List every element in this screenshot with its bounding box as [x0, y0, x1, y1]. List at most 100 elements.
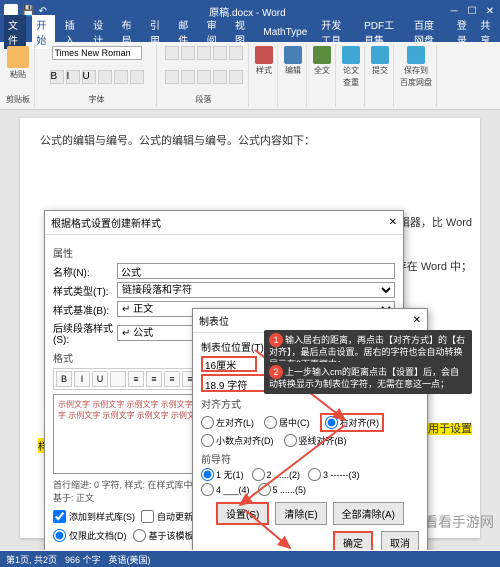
clipboard-group: 粘贴 剪贴板: [2, 44, 35, 107]
styles-label: 样式: [256, 65, 272, 76]
highlight-button[interactable]: [114, 70, 128, 84]
tabs-cancel-button[interactable]: 取消: [381, 531, 419, 550]
side-text-2: 存在 Word 中；: [396, 258, 472, 274]
fmt-align3[interactable]: ≡: [164, 371, 180, 387]
strike-button[interactable]: [98, 70, 112, 84]
add-to-gallery-label: 添加到样式库(S): [69, 510, 135, 523]
align-bar-label: 竖线对齐(B): [299, 434, 347, 447]
ribbon: 粘贴 剪贴板 B I U 字体 段落: [0, 42, 500, 110]
fmt-color[interactable]: [110, 371, 126, 387]
doc-only-radio[interactable]: [53, 529, 66, 542]
leader-4-radio[interactable]: [201, 483, 214, 496]
template-radio[interactable]: [133, 529, 146, 542]
lunwen-group: 论文 查重: [338, 44, 365, 107]
signin-button[interactable]: 登录: [453, 15, 473, 49]
styles-icon[interactable]: [255, 46, 273, 64]
lunwen-icon[interactable]: [342, 46, 360, 64]
leader-4-label: 4 ___(4): [216, 485, 250, 495]
font-family-select[interactable]: [52, 46, 142, 60]
align-right-button[interactable]: [197, 70, 211, 84]
indent-dec-button[interactable]: [213, 46, 227, 60]
fmt-align1[interactable]: ≡: [128, 371, 144, 387]
page-indicator[interactable]: 第1页, 共2页: [6, 553, 57, 566]
menubar: 文件 开始 插入 设计 布局 引用 邮件 审阅 视图 MathType 开发工具…: [0, 22, 500, 42]
menu-mathtype[interactable]: MathType: [259, 25, 311, 40]
leader-5-radio[interactable]: [258, 483, 271, 496]
tabs-dialog-close-icon[interactable]: ✕: [413, 315, 421, 326]
lunwen-label: 论文: [343, 65, 359, 76]
leader-1-radio[interactable]: [201, 468, 214, 481]
paragraph-group: 段落: [159, 44, 249, 107]
paragraph-group-label: 段落: [196, 94, 212, 105]
style-dialog-close-icon[interactable]: ✕: [389, 217, 397, 228]
quanwen-group: 全文: [309, 44, 336, 107]
align-decimal-radio[interactable]: [201, 434, 214, 447]
fmt-align2[interactable]: ≡: [146, 371, 162, 387]
indent-inc-button[interactable]: [229, 46, 243, 60]
clipboard-group-label: 剪贴板: [6, 94, 30, 105]
word-count[interactable]: 966 个字: [65, 553, 101, 566]
tabs-dialog-title: 制表位: [199, 313, 229, 328]
numbering-button[interactable]: [181, 46, 195, 60]
tijiao-group: 提交: [367, 44, 394, 107]
align-left-radio[interactable]: [201, 416, 214, 429]
leader-2-radio[interactable]: [252, 468, 265, 481]
bullets-button[interactable]: [165, 46, 179, 60]
fmt-bold[interactable]: B: [56, 371, 72, 387]
edit-label: 编辑: [285, 65, 301, 76]
language-indicator[interactable]: 英语(美国): [109, 553, 151, 566]
name-label: 名称(N):: [53, 264, 113, 279]
annotation-2: 2上一步输入cm的距离点击【设置】后，会自动转换显示为制表位字符，无需在意这一点…: [264, 362, 472, 394]
paste-label: 粘贴: [10, 69, 26, 80]
multilevel-button[interactable]: [197, 46, 211, 60]
type-select[interactable]: 链接段落和字符: [117, 282, 395, 298]
leader-3-radio[interactable]: [308, 468, 321, 481]
find-icon[interactable]: [284, 46, 302, 64]
statusbar: 第1页, 共2页 966 个字 英语(美国): [0, 551, 500, 567]
tijiao-label: 提交: [372, 65, 388, 76]
align-center-radio[interactable]: [264, 416, 277, 429]
align-left-label: 左对齐(L): [216, 416, 254, 429]
document-area: 公式的编辑与编号。公式的编辑与编号。公式内容如下： 式编辑器，比 Word 存在…: [0, 110, 500, 550]
name-input[interactable]: [117, 263, 395, 279]
tab-pos-input[interactable]: [201, 356, 257, 372]
fmt-italic[interactable]: I: [74, 371, 90, 387]
bold-button[interactable]: B: [50, 70, 64, 84]
font-group-label: 字体: [89, 94, 105, 105]
align-center-button[interactable]: [181, 70, 195, 84]
annotation-2-text: 上一步输入cm的距离点击【设置】后，会自动转换显示为制表位字符，无需在意这一点；: [269, 367, 459, 389]
add-to-gallery-checkbox[interactable]: [53, 510, 66, 523]
align-right-label: 右对齐(R): [340, 416, 380, 429]
props-section-label: 属性: [53, 245, 395, 260]
tabs-clear-button[interactable]: 清除(E): [275, 502, 326, 525]
paste-icon[interactable]: [7, 46, 29, 68]
leader-3-label: 3 ------(3): [323, 470, 360, 480]
share-button[interactable]: 共享: [476, 15, 496, 49]
shading-button[interactable]: [229, 70, 243, 84]
editing-group: 编辑: [280, 44, 307, 107]
fontcolor-button[interactable]: [130, 70, 144, 84]
tabs-ok-button[interactable]: 确定: [333, 531, 373, 550]
underline-button[interactable]: U: [82, 70, 96, 84]
tabs-clearall-button[interactable]: 全部清除(A): [333, 502, 404, 525]
align-right-radio[interactable]: [325, 416, 338, 429]
style-dialog-title: 根据格式设置创建新样式: [51, 215, 161, 230]
align-bar-radio[interactable]: [284, 434, 297, 447]
tijiao-icon[interactable]: [371, 46, 389, 64]
leader-5-label: 5 ......(5): [273, 485, 307, 495]
annotation-1-num: 1: [269, 333, 283, 347]
auto-update-checkbox[interactable]: [141, 510, 154, 523]
align-left-button[interactable]: [165, 70, 179, 84]
doc-only-label: 仅限此文档(D): [69, 529, 127, 542]
base-label: 样式基准(B):: [53, 302, 113, 317]
styles-group: 样式: [251, 44, 278, 107]
justify-button[interactable]: [213, 70, 227, 84]
quanwen-label: 全文: [314, 65, 330, 76]
fmt-underline[interactable]: U: [92, 371, 108, 387]
next-label: 后续段落样式(S):: [53, 320, 113, 346]
quanwen-icon[interactable]: [313, 46, 331, 64]
baocun-icon[interactable]: [407, 46, 425, 64]
tabs-set-button[interactable]: 设置(S): [216, 502, 269, 525]
type-label: 样式类型(T):: [53, 283, 113, 298]
italic-button[interactable]: I: [66, 70, 80, 84]
